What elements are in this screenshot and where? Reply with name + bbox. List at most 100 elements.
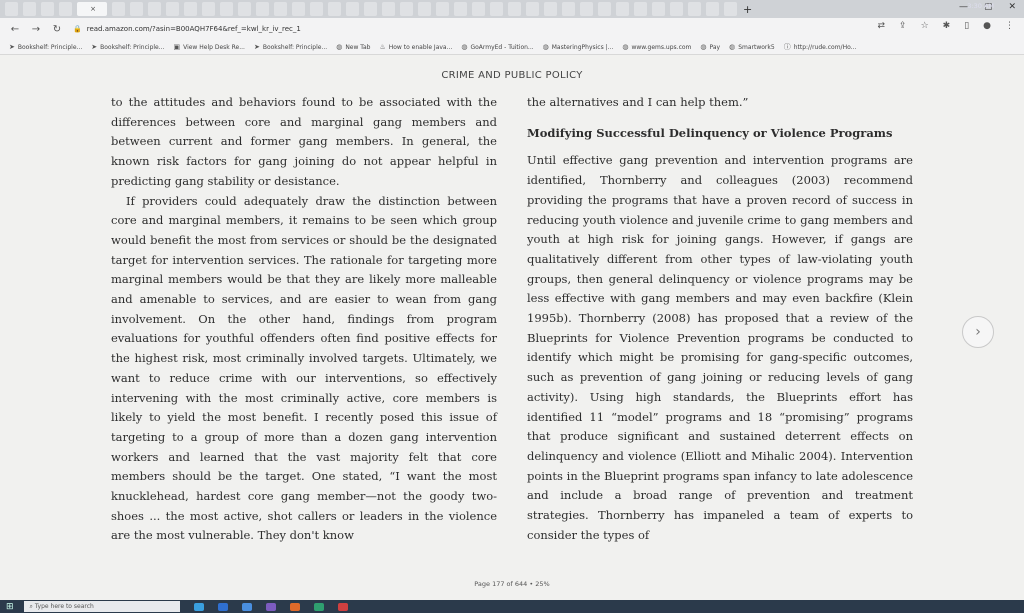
browser-tab[interactable] bbox=[652, 2, 665, 16]
bookmark-item[interactable]: ➤ Bookshelf: Principle... bbox=[91, 43, 164, 51]
browser-tab[interactable] bbox=[490, 2, 503, 16]
bookmark-item[interactable]: ➤ Bookshelf: Principle... bbox=[9, 43, 82, 51]
info-icon: ⓘ bbox=[783, 43, 791, 51]
browser-tab[interactable] bbox=[526, 2, 539, 16]
browser-tab[interactable] bbox=[148, 2, 161, 16]
browser-tab[interactable] bbox=[634, 2, 647, 16]
lock-icon: 🔒 bbox=[73, 25, 82, 33]
browser-tab[interactable] bbox=[598, 2, 611, 16]
taskbar-search-input[interactable]: ⌕ Type here to search bbox=[23, 601, 180, 612]
sidepanel-icon[interactable]: ▯ bbox=[964, 21, 969, 31]
browser-tab[interactable] bbox=[544, 2, 557, 16]
windows-taskbar: ⊞ ⌕ Type here to search bbox=[0, 600, 1024, 613]
browser-tab[interactable] bbox=[41, 2, 54, 16]
toolbar-icons: ⇄ ⇪ ☆ ✱ ▯ ● ⋮ bbox=[877, 21, 1014, 31]
reload-icon[interactable]: ↻ bbox=[51, 24, 63, 35]
page-location: Page 177 of 644 • 25% bbox=[474, 580, 550, 588]
browser-tab[interactable] bbox=[670, 2, 683, 16]
browser-tab[interactable] bbox=[220, 2, 233, 16]
new-tab-button[interactable]: + bbox=[743, 3, 752, 16]
browser-tab[interactable] bbox=[688, 2, 701, 16]
browser-tab[interactable] bbox=[472, 2, 485, 16]
java-icon: ♨ bbox=[379, 43, 386, 51]
bookmark-item[interactable]: ⓘ http://rude.com/Ho... bbox=[784, 42, 857, 52]
globe-icon: ◍ bbox=[700, 43, 707, 51]
extensions-icon[interactable]: ✱ bbox=[943, 21, 951, 31]
bookshelf-icon: ➤ bbox=[9, 43, 15, 51]
close-tab-icon[interactable]: × bbox=[90, 5, 96, 13]
running-head: CRIME AND PUBLIC POLICY bbox=[441, 70, 583, 81]
bookmark-item[interactable]: ◍ GoArmyEd - Tuition... bbox=[461, 43, 533, 51]
globe-icon: ◍ bbox=[336, 43, 343, 51]
taskbar-app-icon[interactable] bbox=[193, 602, 204, 611]
browser-tab[interactable] bbox=[616, 2, 629, 16]
address-text: read.amazon.com/?asin=B00AQH7F64&ref_=kw… bbox=[86, 25, 301, 33]
browser-tab[interactable] bbox=[364, 2, 377, 16]
browser-tab[interactable] bbox=[382, 2, 395, 16]
bookmark-label: http://rude.com/Ho... bbox=[793, 43, 857, 51]
bookmark-item[interactable]: ◍ MasteringPhysics |... bbox=[543, 43, 614, 51]
browser-tab[interactable] bbox=[562, 2, 575, 16]
menu-icon[interactable]: ⋮ bbox=[1005, 21, 1014, 31]
bookmark-item[interactable]: ♨ How to enable Java... bbox=[379, 43, 452, 51]
globe-icon: ◍ bbox=[622, 43, 629, 51]
bookmark-item[interactable]: ◍ Smartwork5 bbox=[729, 43, 775, 51]
browser-tab[interactable] bbox=[5, 2, 18, 16]
bookmark-item[interactable]: ▣ View Help Desk Re... bbox=[173, 43, 245, 51]
taskbar-app-icon[interactable] bbox=[337, 602, 348, 611]
browser-tab[interactable] bbox=[59, 2, 72, 16]
taskbar-app-icon[interactable] bbox=[241, 602, 252, 611]
bookmark-item[interactable]: ◍ New Tab bbox=[336, 43, 370, 51]
chevron-right-icon: › bbox=[975, 324, 981, 340]
taskbar-app-icon[interactable] bbox=[217, 602, 228, 611]
bookmark-label: How to enable Java... bbox=[388, 43, 453, 51]
browser-tab[interactable] bbox=[202, 2, 215, 16]
bookmark-label: Bookshelf: Principle... bbox=[17, 43, 83, 51]
share-icon[interactable]: ⇪ bbox=[899, 21, 907, 31]
browser-tab[interactable] bbox=[418, 2, 431, 16]
browser-tab[interactable] bbox=[706, 2, 719, 16]
globe-icon: ◍ bbox=[729, 43, 736, 51]
bookmark-item[interactable]: ◍ www.gems.ups.com bbox=[622, 43, 691, 51]
browser-tab[interactable] bbox=[23, 2, 36, 16]
browser-tab[interactable] bbox=[274, 2, 287, 16]
browser-tab[interactable] bbox=[346, 2, 359, 16]
bookmark-item[interactable]: ➤ Bookshelf: Principle... bbox=[254, 43, 327, 51]
section-heading: Modifying Successful Delinquency or Viol… bbox=[527, 125, 893, 140]
star-icon[interactable]: ☆ bbox=[921, 21, 929, 31]
browser-tab[interactable] bbox=[580, 2, 593, 16]
browser-tab[interactable] bbox=[436, 2, 449, 16]
browser-tab[interactable] bbox=[328, 2, 341, 16]
browser-tab[interactable] bbox=[238, 2, 251, 16]
browser-tab[interactable] bbox=[112, 2, 125, 16]
forward-icon[interactable]: → bbox=[30, 24, 42, 35]
taskbar-app-icon[interactable] bbox=[289, 602, 300, 611]
next-page-button[interactable]: › bbox=[962, 316, 994, 348]
back-icon[interactable]: ← bbox=[9, 24, 21, 35]
bookmark-label: Pay bbox=[709, 43, 721, 51]
browser-tab-active[interactable]: × bbox=[77, 2, 107, 16]
bookmark-item[interactable]: ◍ Pay bbox=[700, 43, 720, 51]
address-bar[interactable]: 🔒 read.amazon.com/?asin=B00AQH7F64&ref_=… bbox=[73, 22, 733, 36]
browser-tab[interactable] bbox=[292, 2, 305, 16]
profile-icon[interactable]: ● bbox=[983, 21, 991, 31]
globe-icon: ◍ bbox=[542, 43, 549, 51]
browser-tab[interactable] bbox=[130, 2, 143, 16]
browser-tab[interactable] bbox=[508, 2, 521, 16]
close-window-button[interactable]: ✕ bbox=[1008, 2, 1016, 12]
browser-tab[interactable] bbox=[184, 2, 197, 16]
browser-tab[interactable] bbox=[724, 2, 737, 16]
taskbar-clock: 3:30 AM bbox=[967, 2, 994, 10]
browser-tab[interactable] bbox=[454, 2, 467, 16]
taskbar-app-icon[interactable] bbox=[313, 602, 324, 611]
bookshelf-icon: ➤ bbox=[253, 43, 260, 51]
browser-tab[interactable] bbox=[310, 2, 323, 16]
taskbar-search-placeholder: Type here to search bbox=[34, 603, 94, 610]
windows-start-icon[interactable]: ⊞ bbox=[6, 602, 14, 612]
translate-icon[interactable]: ⇄ bbox=[877, 21, 885, 31]
browser-tab[interactable] bbox=[256, 2, 269, 16]
browser-tab[interactable] bbox=[400, 2, 413, 16]
bookmark-label: MasteringPhysics |... bbox=[551, 43, 614, 51]
taskbar-app-icon[interactable] bbox=[265, 602, 276, 611]
browser-tab[interactable] bbox=[166, 2, 179, 16]
